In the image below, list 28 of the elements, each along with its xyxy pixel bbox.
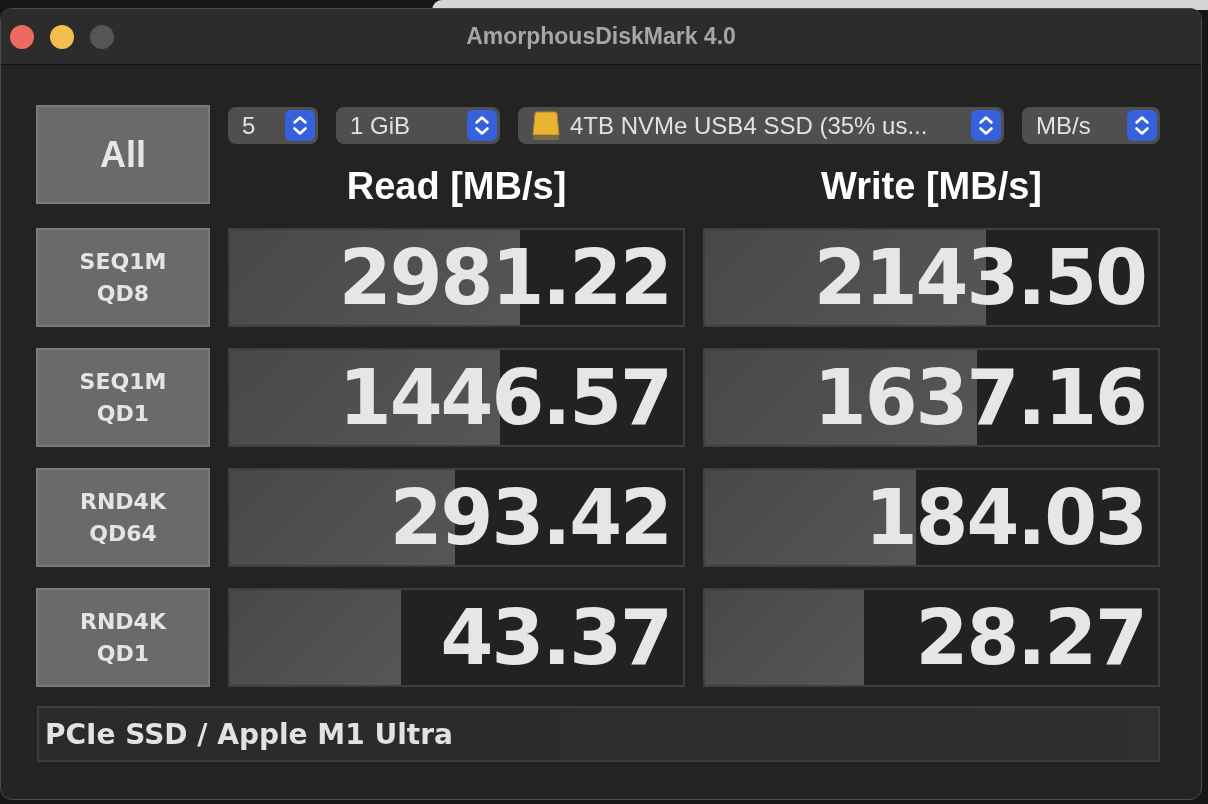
test-button[interactable]: SEQ1M QD8 bbox=[36, 228, 210, 327]
status-text: PCIe SSD / Apple M1 Ultra bbox=[45, 717, 453, 751]
all-button[interactable]: All bbox=[36, 105, 210, 204]
drive-icon bbox=[532, 110, 560, 141]
test-button[interactable]: SEQ1M QD1 bbox=[36, 348, 210, 447]
stepper-icon[interactable] bbox=[467, 110, 497, 141]
window-title: AmorphousDiskMark 4.0 bbox=[466, 23, 736, 50]
speed-value: 1637.16 bbox=[813, 359, 1146, 436]
stepper-icon[interactable] bbox=[1127, 110, 1157, 141]
speed-value: 2981.22 bbox=[338, 239, 671, 316]
speed-value: 184.03 bbox=[864, 479, 1146, 556]
speed-value: 2143.50 bbox=[813, 239, 1146, 316]
minimize-icon[interactable] bbox=[50, 24, 74, 49]
test-button[interactable]: RND4K QD1 bbox=[36, 588, 210, 687]
select-dropdown[interactable]: 5 bbox=[228, 107, 318, 144]
speed-value: 43.37 bbox=[440, 599, 671, 676]
select-dropdown[interactable]: MB/s bbox=[1022, 107, 1160, 144]
column-header: Read [MB/s] bbox=[346, 165, 567, 207]
test-button[interactable]: RND4K QD64 bbox=[36, 468, 210, 567]
stepper-icon[interactable] bbox=[285, 110, 315, 141]
column-header: Write [MB/s] bbox=[821, 165, 1042, 207]
stepper-icon[interactable] bbox=[971, 110, 1001, 141]
speed-value: 293.42 bbox=[389, 479, 671, 556]
speed-value: 1446.57 bbox=[338, 359, 671, 436]
select-dropdown[interactable]: 4TB NVMe USB4 SSD (35% us... bbox=[518, 107, 1004, 144]
close-icon[interactable] bbox=[10, 24, 34, 49]
speed-value: 28.27 bbox=[915, 599, 1146, 676]
select-dropdown[interactable]: 1 GiB bbox=[336, 107, 500, 144]
